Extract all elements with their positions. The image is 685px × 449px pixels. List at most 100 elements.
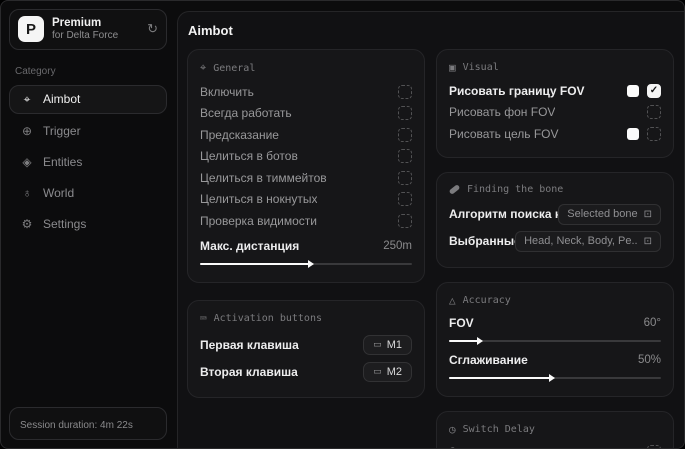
entities-icon: ◈ xyxy=(22,154,32,169)
frame-icon: ▣ xyxy=(449,61,456,74)
target-teammates-checkbox[interactable] xyxy=(398,170,412,185)
selected-bones-dropdown[interactable]: Head, Neck, Body, Pe.. ⊡ xyxy=(515,230,661,252)
toggle-row-always-work: Всегда работать xyxy=(200,103,412,125)
slider-fill xyxy=(200,263,311,265)
first-key-button[interactable]: ▭ M1 xyxy=(363,334,412,355)
section-title: Switch Delay xyxy=(462,423,535,435)
controls xyxy=(627,126,661,141)
sidebar-item-label: Aimbot xyxy=(43,92,81,107)
premium-text: Premium for Delta Force xyxy=(52,16,139,43)
switch-delay-toggle-row: Задержка переключения xyxy=(449,442,661,448)
target-bots-checkbox[interactable] xyxy=(398,149,412,164)
sidebar-item-aimbot[interactable]: ⌖ Aimbot xyxy=(9,84,167,114)
sidebar-item-trigger[interactable]: ⊕ Trigger xyxy=(9,117,167,145)
prediction-checkbox[interactable] xyxy=(398,127,412,142)
toggle-label: Целиться в нокнутых xyxy=(200,192,318,207)
visibility-check-checkbox[interactable] xyxy=(398,213,412,228)
refresh-icon[interactable]: ↻ xyxy=(147,21,158,37)
smoothing-slider-row: Сглаживание 50% xyxy=(449,349,661,371)
keybind-value: M1 xyxy=(386,338,402,351)
session-box: Session duration: 4m 22s xyxy=(9,407,167,440)
fov-target-row: Рисовать цель FOV xyxy=(449,123,661,145)
visual-card-header: ▣ Visual xyxy=(449,61,661,74)
slider-thumb[interactable] xyxy=(476,337,483,345)
second-key-button[interactable]: ▭ M2 xyxy=(363,361,412,382)
switch-delay-card-header: ◷ Switch Delay xyxy=(449,423,661,436)
dropdown-value: Selected bone xyxy=(567,208,638,220)
bone-icon xyxy=(448,183,461,195)
bone-algorithm-row: Алгоритм поиска кост Selected bone ⊡ xyxy=(449,201,661,228)
triangle-icon: △ xyxy=(449,293,456,307)
slider-thumb[interactable] xyxy=(548,373,555,382)
premium-subtitle: for Delta Force xyxy=(52,30,119,42)
crosshair-icon: ⌖ xyxy=(200,61,207,74)
mouse-icon: ▭ xyxy=(373,339,382,349)
page-title: Aimbot xyxy=(188,23,233,38)
category-label: Category xyxy=(15,65,56,77)
sidebar-item-world[interactable]: ♁ World xyxy=(9,179,167,207)
section-title: Finding the bone xyxy=(467,183,564,195)
keybind-label: Первая клавиша xyxy=(200,337,299,352)
fov-target-color-swatch[interactable] xyxy=(627,127,639,140)
max-distance-slider[interactable] xyxy=(200,260,412,268)
general-card-header: ⌖ General xyxy=(200,61,412,75)
expand-icon: ⊡ xyxy=(643,208,652,220)
fov-border-row: Рисовать границу FOV ✓ xyxy=(449,80,661,102)
toggle-label: Рисовать фон FOV xyxy=(449,105,556,120)
section-title: Accuracy xyxy=(462,294,511,306)
toggle-row-target-teammates: Целиться в тиммейтов xyxy=(200,167,412,189)
sidebar: P Premium for Delta Force ↻ Category ⌖ A… xyxy=(1,1,175,448)
mouse-icon: ▭ xyxy=(373,366,382,376)
toggle-label: Задержка переключения xyxy=(449,445,587,448)
right-column: ▣ Visual Рисовать границу FOV ✓ Рисовать… xyxy=(436,49,674,448)
fov-target-checkbox[interactable] xyxy=(647,126,661,141)
bone-card-header: Finding the bone xyxy=(448,183,661,195)
toggle-label: Предсказание xyxy=(200,127,279,142)
section-title: General xyxy=(213,62,256,74)
sidebar-item-entities[interactable]: ◈ Entities xyxy=(9,148,167,176)
toggle-label: Включить xyxy=(200,84,254,99)
bone-algorithm-dropdown[interactable]: Selected bone ⊡ xyxy=(558,203,661,225)
target-knocked-checkbox[interactable] xyxy=(398,192,412,207)
fov-value: 60° xyxy=(643,317,661,330)
toggle-row-target-knocked: Целиться в нокнутых xyxy=(200,189,412,211)
main-header: Aimbot xyxy=(178,12,684,47)
activation-card-header: ⌨ Activation buttons xyxy=(200,312,412,325)
keybind-value: M2 xyxy=(386,365,402,378)
always-work-checkbox[interactable] xyxy=(398,106,412,121)
general-card: ⌖ General Включить Всегда работать Предс… xyxy=(187,49,425,283)
left-column: ⌖ General Включить Всегда работать Предс… xyxy=(187,49,425,448)
sidebar-item-label: Settings xyxy=(43,216,87,231)
switch-delay-checkbox[interactable] xyxy=(647,445,661,448)
slider-fill xyxy=(449,340,479,342)
globe-icon: ♁ xyxy=(22,185,32,200)
dropdown-value: Head, Neck, Body, Pe.. xyxy=(524,235,638,247)
sidebar-item-settings[interactable]: ⚙ Settings xyxy=(9,210,167,238)
smoothing-slider[interactable] xyxy=(449,373,661,382)
slider-label: Сглаживание xyxy=(449,352,528,367)
fov-background-row: Рисовать фон FOV xyxy=(449,102,661,124)
section-title: Activation buttons xyxy=(213,313,322,324)
activation-card: ⌨ Activation buttons Первая клавиша ▭ M1… xyxy=(187,300,425,398)
slider-thumb[interactable] xyxy=(308,260,315,268)
toggle-label: Целиться в тиммейтов xyxy=(200,170,327,185)
fov-border-checkbox[interactable]: ✓ xyxy=(647,83,661,98)
second-key-row: Вторая клавиша ▭ M2 xyxy=(200,358,412,385)
timer-icon: ◷ xyxy=(449,422,456,436)
dropdown-label: Алгоритм поиска кост xyxy=(449,207,558,221)
fov-border-color-swatch[interactable] xyxy=(627,84,639,97)
controls: ✓ xyxy=(627,83,661,98)
premium-title: Premium xyxy=(52,17,102,29)
fov-slider[interactable] xyxy=(449,337,661,345)
max-distance-value: 250m xyxy=(383,240,412,253)
expand-icon: ⊡ xyxy=(643,235,652,247)
app-logo: P xyxy=(18,16,44,43)
smoothing-value: 50% xyxy=(637,353,661,366)
slider-fill xyxy=(449,376,551,379)
enable-checkbox[interactable] xyxy=(398,84,412,99)
accuracy-card: △ Accuracy FOV 60° Сглаживание 50% xyxy=(436,281,674,397)
fov-background-checkbox[interactable] xyxy=(647,105,661,120)
dropdown-label: Выбранные кос xyxy=(449,234,516,248)
sidebar-nav: ⌖ Aimbot ⊕ Trigger ◈ Entities ♁ World ⚙ … xyxy=(9,84,167,238)
accuracy-card-header: △ Accuracy xyxy=(449,294,661,307)
